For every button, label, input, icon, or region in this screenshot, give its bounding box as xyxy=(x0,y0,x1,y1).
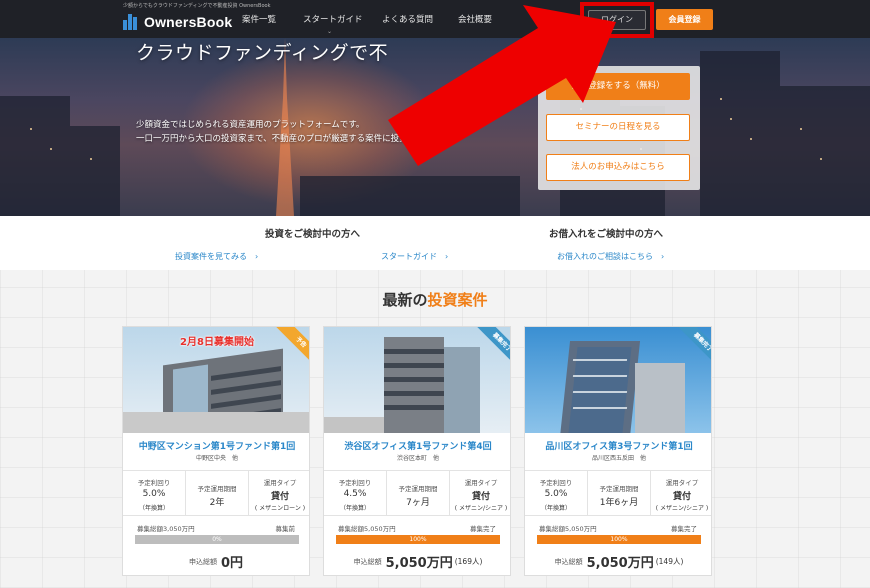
project-location: 品川区西五反田 他 xyxy=(591,455,646,462)
status-ribbon: 募集完了 xyxy=(466,327,510,371)
period-label: 予定運用期間 xyxy=(197,485,237,493)
progress-bar: 100% xyxy=(537,535,701,544)
investor-count: (149人) xyxy=(655,557,684,566)
type-sub: ( メザニン/シニア ) xyxy=(655,505,709,512)
guidance-band: 投資をご検討中の方へ お借入れをご検討中の方へ 投資案件を見てみる › スタート… xyxy=(0,216,870,270)
progress-text: 100% xyxy=(409,536,427,543)
yield-sub: （年換算） xyxy=(138,505,169,512)
view-projects-link[interactable]: 投資案件を見てみる › xyxy=(175,251,258,262)
building-logo-icon xyxy=(123,14,139,30)
seminar-schedule-button[interactable]: セミナーの日程を見る xyxy=(546,114,690,141)
project-name[interactable]: 中野区マンション第1号ファンド第1回 xyxy=(123,439,309,452)
hero-title: クラウドファンディングで不 xyxy=(136,42,389,64)
hero-subtitle-2: 一口一万円から大口の投資家まで、不動産のプロが厳選する案件に投資できます。 xyxy=(136,134,450,144)
chevron-down-icon: ⌄ xyxy=(327,28,333,35)
ribbon-label: 募集完了 xyxy=(676,327,711,370)
project-location: 中野区中央 他 xyxy=(195,455,238,462)
type-label: 運用タイプ xyxy=(263,479,297,487)
type-sub: ( メザニン/シニア ) xyxy=(454,505,508,512)
site-header: 少額からでもクラウドファンディングで不動産投資 OwnersBook Owner… xyxy=(0,0,870,38)
raise-total-label: 募集総額5,050万円 xyxy=(338,525,396,533)
type-label: 運用タイプ xyxy=(665,479,699,487)
application-total: 申込総額 5,050万円 (149人) xyxy=(525,551,711,571)
type-label: 運用タイプ xyxy=(464,479,498,487)
site-logo[interactable]: OwnersBook xyxy=(123,12,232,32)
period-label: 予定運用期間 xyxy=(599,485,639,493)
hero-banner xyxy=(0,38,870,216)
header-tagline: 少額からでもクラウドファンディングで不動産投資 OwnersBook xyxy=(123,3,271,9)
amount-value: 5,050万円 xyxy=(586,556,654,571)
section-title: 最新の投資案件 xyxy=(0,289,870,310)
yield-value: 5.0% xyxy=(142,489,166,499)
application-total: 申込総額 0円 xyxy=(123,551,309,571)
period-value: 2年 xyxy=(209,498,225,508)
amount-label: 申込総額 xyxy=(188,557,217,566)
application-total: 申込総額 5,050万円 (169人) xyxy=(324,551,510,571)
hero-subtitle-1: 少額資金ではじめられる資産運用のプラットフォームです。 xyxy=(136,120,365,130)
project-location: 渋谷区本町 他 xyxy=(396,455,439,462)
amount-label: 申込総額 xyxy=(353,557,382,566)
invest-heading: 投資をご検討中の方へ xyxy=(265,229,361,240)
raise-total-label: 募集総額3,050万円 xyxy=(137,525,195,533)
yield-value: 4.5% xyxy=(343,489,367,499)
progress-bar: 100% xyxy=(336,535,500,544)
nav-company[interactable]: 会社概要 xyxy=(458,13,492,25)
raise-status: 募集前 xyxy=(275,525,296,533)
raise-status: 募集完了 xyxy=(671,525,697,533)
start-guide-link[interactable]: スタートガイド › xyxy=(381,251,448,262)
register-button[interactable]: 会員登録 xyxy=(656,9,713,30)
status-ribbon: 予告 xyxy=(265,327,309,371)
nav-start-guide[interactable]: スタートガイド xyxy=(303,13,363,25)
yield-sub: （年換算） xyxy=(339,505,370,512)
amount-value: 0円 xyxy=(220,556,244,571)
type-value: 貸付 xyxy=(672,492,691,502)
type-sub: ( メザニンローン ) xyxy=(254,505,306,512)
project-stats: 予定利回り 5.0% （年換算） 予定運用期間 2年 運用タイプ貸付 ( メザニンローン… xyxy=(123,470,309,516)
corporate-application-button[interactable]: 法人のお申込みはこちら xyxy=(546,154,690,181)
period-label: 予定運用期間 xyxy=(398,485,438,493)
ribbon-label: 予告 xyxy=(274,327,309,370)
project-name[interactable]: 渋谷区オフィス第1号ファンド第4回 xyxy=(324,439,510,452)
project-card-3[interactable]: 募集完了 品川区オフィス第3号ファンド第1回 品川区西五反田 他 予定利回り 5.… xyxy=(524,326,712,576)
project-name[interactable]: 品川区オフィス第3号ファンド第1回 xyxy=(525,439,711,452)
yield-sub: （年換算） xyxy=(540,505,571,512)
period-value: 7ヶ月 xyxy=(406,498,430,508)
period-value: 1年6ヶ月 xyxy=(599,498,639,508)
investor-count: (169人) xyxy=(454,557,483,566)
section-title-prefix: 最新の xyxy=(382,291,428,309)
project-stats: 予定利回り 4.5% （年換算） 予定運用期間 7ヶ月 運用タイプ貸付 ( メザニン/シ… xyxy=(324,470,510,516)
section-title-highlight: 投資案件 xyxy=(427,291,488,309)
yield-label: 予定利回り xyxy=(137,479,171,487)
raise-status: 募集完了 xyxy=(470,525,496,533)
raise-total-label: 募集総額5,050万円 xyxy=(539,525,597,533)
project-card-2[interactable]: 募集完了 渋谷区オフィス第1号ファンド第4回 渋谷区本町 他 予定利回り 4.5%… xyxy=(323,326,511,576)
type-value: 貸付 xyxy=(270,492,289,502)
yield-value: 5.0% xyxy=(544,489,568,499)
borrow-consult-link[interactable]: お借入れのご相談はこちら › xyxy=(557,251,664,262)
nav-faq[interactable]: よくある質問 xyxy=(382,13,433,25)
progress-text: 0% xyxy=(212,536,222,543)
project-stats: 予定利回り 5.0% （年換算） 予定運用期間 1年6ヶ月 運用タイプ貸付 ( メザニン… xyxy=(525,470,711,516)
amount-value: 5,050万円 xyxy=(385,556,453,571)
ribbon-label: 募集完了 xyxy=(475,327,510,370)
status-ribbon: 募集完了 xyxy=(667,327,711,371)
borrow-heading: お借入れをご検討中の方へ xyxy=(549,229,664,240)
progress-text: 100% xyxy=(610,536,628,543)
yield-label: 予定利回り xyxy=(539,479,573,487)
login-highlight-box xyxy=(580,2,654,38)
progress-bar: 0% xyxy=(135,535,299,544)
type-value: 貸付 xyxy=(471,492,490,502)
amount-label: 申込総額 xyxy=(554,557,583,566)
nav-projects[interactable]: 案件一覧 xyxy=(242,13,276,25)
logo-text: OwnersBook xyxy=(144,14,233,30)
free-register-button[interactable]: 会員登録をする（無料） xyxy=(546,73,690,100)
yield-label: 予定利回り xyxy=(338,479,372,487)
project-card-1[interactable]: 2月8日募集開始 予告 中野区マンション第1号ファンド第1回 中野区中央 他 予… xyxy=(122,326,310,576)
